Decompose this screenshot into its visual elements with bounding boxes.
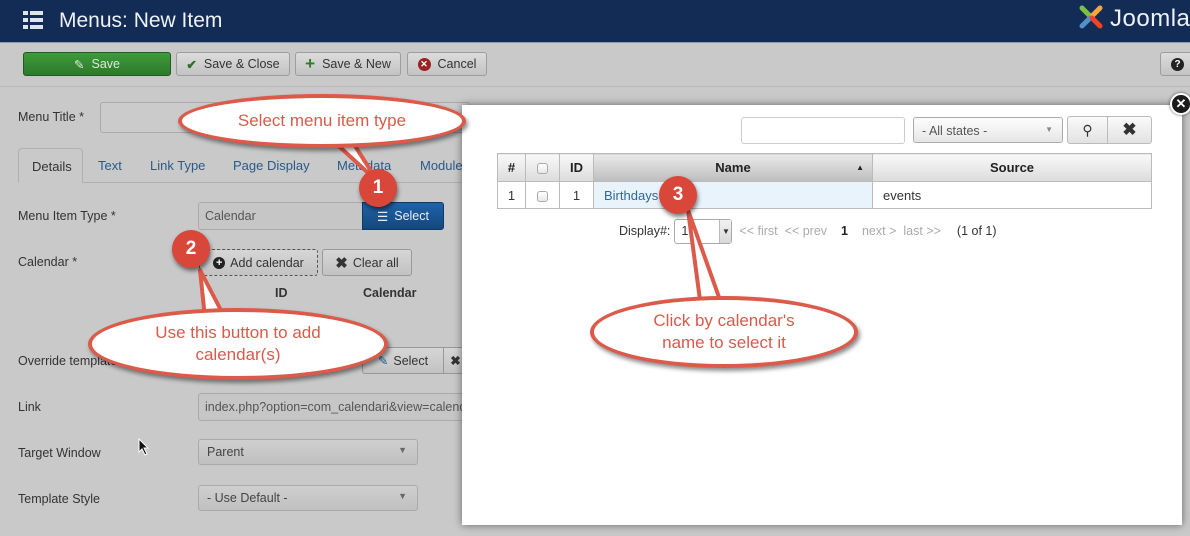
callout-select-menu-type: Select menu item type bbox=[178, 94, 466, 148]
callout-tails bbox=[198, 136, 722, 320]
step-badge-3: 3 bbox=[659, 176, 697, 214]
step-badge-2: 2 bbox=[172, 230, 210, 268]
step-badge-1: 1 bbox=[359, 169, 397, 207]
callout-add-calendar: Use this button to add calendar(s) bbox=[88, 308, 388, 380]
callout3-tail bbox=[686, 208, 722, 302]
callout-click-calendar-name: Click by calendar's name to select it bbox=[590, 296, 858, 368]
